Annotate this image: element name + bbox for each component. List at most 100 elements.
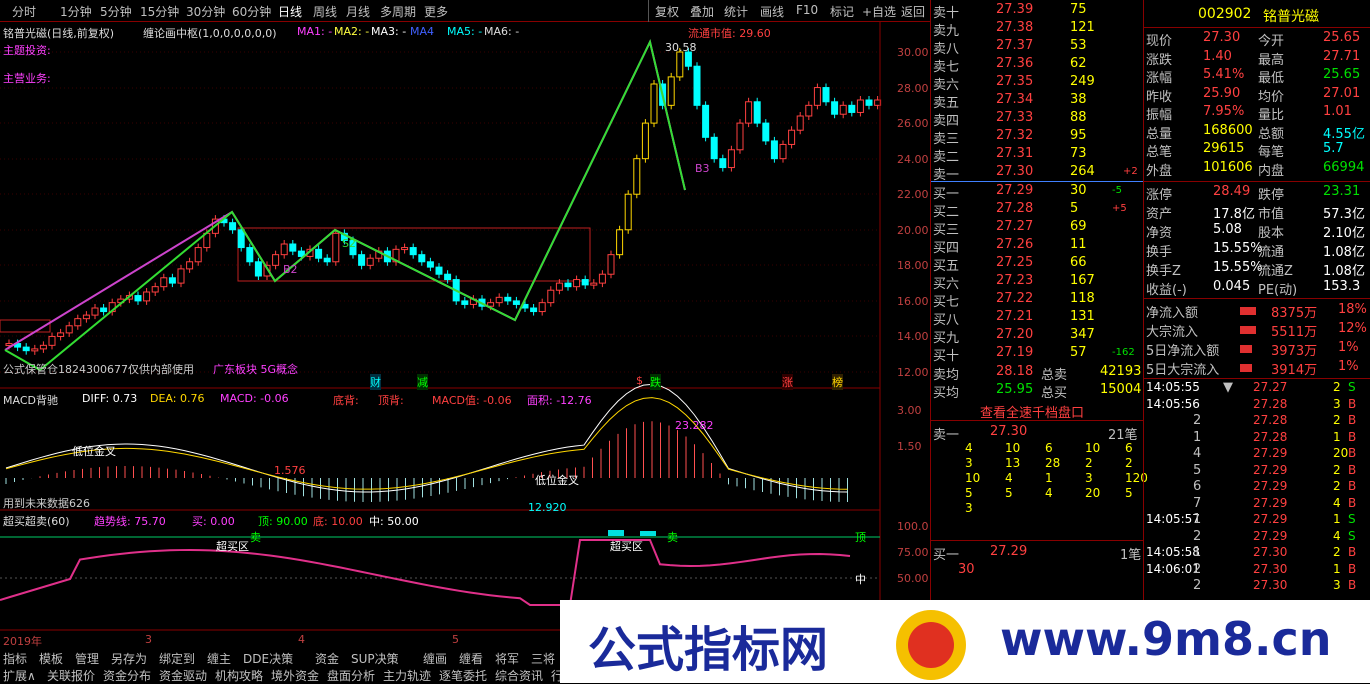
event-mark[interactable]: $ (636, 374, 643, 387)
buy-level-label: 买七 (933, 295, 960, 310)
tick-seq: 5 (1193, 462, 1202, 478)
quote-value: 153.3 (1323, 279, 1361, 294)
candle-body (719, 158, 727, 169)
chart-grid (0, 51, 880, 373)
kline-chart[interactable] (0, 0, 930, 648)
indicator-tab[interactable]: 缠画 (423, 650, 447, 667)
tick-seq: 1 (1193, 512, 1202, 527)
sell-price[interactable]: 27.33 (996, 110, 1033, 125)
macd-title[interactable]: MACD背驰 (3, 392, 58, 408)
sell-volume: 88 (1070, 110, 1087, 125)
tick-side: B (1348, 462, 1357, 477)
event-mark[interactable]: 跌 (650, 374, 661, 390)
sell-volume: 264 (1070, 164, 1095, 179)
quote-label: 最高 (1258, 52, 1285, 68)
info-tab[interactable]: 资金分布 (103, 667, 151, 684)
indicator-label[interactable]: 缠论画中枢(1,0,0,0,0,0,0) (143, 25, 277, 41)
tick-price: 27.29 (1253, 446, 1288, 460)
quote-label: 涨停 (1146, 188, 1173, 203)
tick-seq: 7 (1193, 495, 1202, 511)
buy-price[interactable]: 27.21 (996, 309, 1033, 324)
info-tab[interactable]: 主力轨迹 (383, 667, 431, 684)
sell-price[interactable]: 27.38 (996, 20, 1033, 35)
info-tab[interactable]: 关联报价 (47, 667, 95, 684)
info-tab[interactable]: 逐笔委托 (439, 667, 487, 684)
buy-price[interactable]: 27.19 (996, 345, 1033, 360)
buy-volume: 347 (1070, 327, 1095, 342)
sell-price[interactable]: 27.34 (996, 92, 1033, 107)
event-mark[interactable]: 财 (370, 374, 381, 390)
info-tab[interactable]: 综合资讯 (495, 667, 543, 684)
buy-change: -5 (1112, 185, 1122, 196)
buy-price[interactable]: 27.27 (996, 219, 1033, 234)
indicator-tab[interactable]: DDE决策 (243, 650, 293, 667)
tick-side: S (1348, 380, 1356, 394)
indicator-tab[interactable]: 三将 (531, 650, 555, 667)
sell-price[interactable]: 27.37 (996, 38, 1033, 53)
buy-price[interactable]: 27.22 (996, 291, 1033, 306)
buy-level-label: 买八 (933, 313, 960, 328)
info-tab[interactable]: 资金驱动 (159, 667, 207, 684)
full-depth-button[interactable]: 查看全速千档盘口 (980, 402, 1084, 421)
event-mark[interactable]: 涨 (782, 374, 793, 390)
queue-sell-count: 21笔 (1108, 428, 1138, 443)
tick-time: 14:05:58 (1146, 545, 1200, 559)
candle-body (693, 65, 701, 106)
candle-body (272, 254, 280, 266)
queue-cell: 2 (1085, 456, 1093, 470)
event-mark[interactable]: 榜 (832, 374, 843, 390)
info-tab[interactable]: 扩展∧ (3, 667, 36, 684)
buy-price[interactable]: 27.23 (996, 273, 1033, 288)
ob-title[interactable]: 超买超卖(60) (3, 513, 70, 529)
sell-price[interactable]: 27.35 (996, 74, 1033, 89)
indicator-tab[interactable]: 模板 (39, 650, 63, 667)
tick-seq: 2 (1193, 413, 1202, 428)
indicator-tab[interactable]: 缠看 (459, 650, 483, 667)
candle-body (684, 51, 692, 67)
indicator-tab[interactable]: 指标 (3, 650, 27, 667)
buy-price[interactable]: 27.25 (996, 255, 1033, 270)
info-tab[interactable]: 机构攻略 (215, 667, 263, 684)
buy-price[interactable]: 27.26 (996, 237, 1033, 252)
candle-body (779, 143, 787, 160)
tick-seq: 2 (1193, 528, 1202, 544)
tick-volume: 2 (1333, 479, 1341, 493)
sell-price[interactable]: 27.39 (996, 2, 1033, 17)
tick-volume: 1 (1333, 512, 1341, 526)
buy-price[interactable]: 27.28 (996, 201, 1033, 216)
flow-percent: 1% (1338, 359, 1359, 374)
queue-cell: 6 (1045, 441, 1053, 455)
quote-label: PE(动) (1258, 283, 1298, 298)
info-tab[interactable]: 盘面分析 (327, 667, 375, 684)
event-mark[interactable]: 减 (417, 374, 428, 390)
sell-volume: 38 (1070, 92, 1087, 107)
indicator-tab[interactable]: 缠主 (207, 650, 231, 667)
queue-cell: 3 (965, 501, 973, 515)
indicator-tab[interactable]: 绑定到 (159, 650, 195, 667)
sell-price[interactable]: 27.36 (996, 56, 1033, 71)
candle-body (710, 136, 718, 160)
sell-price[interactable]: 27.30 (996, 164, 1033, 179)
sell-price[interactable]: 27.32 (996, 128, 1033, 143)
indicator-tab[interactable]: 管理 (75, 650, 99, 667)
buy-price[interactable]: 27.29 (996, 183, 1033, 198)
indicator-tab[interactable]: 资金 (315, 650, 339, 667)
buy-level-label: 买三 (933, 223, 960, 238)
watermark-logo (896, 610, 966, 680)
quote-label: 昨收 (1146, 89, 1173, 105)
indicator-tab[interactable]: SUP决策 (351, 650, 399, 667)
queue-cell: 3 (1085, 471, 1093, 485)
buy-price[interactable]: 27.20 (996, 327, 1033, 342)
tick-volume: 3 (1333, 396, 1341, 411)
candle-body (409, 247, 417, 256)
candle-body (813, 87, 821, 106)
indicator-tab[interactable]: 另存为 (111, 650, 147, 667)
indicator-tab[interactable]: 将军 (495, 650, 519, 667)
quote-value: 2.10亿 (1323, 226, 1365, 241)
book-divider (930, 181, 1143, 182)
info-tab[interactable]: 境外资金 (271, 667, 319, 684)
quote-value: 25.65 (1323, 30, 1361, 45)
quote-value: 1.40 (1203, 48, 1232, 64)
y-tick: 18.00 (897, 259, 929, 272)
sell-price[interactable]: 27.31 (996, 146, 1033, 161)
